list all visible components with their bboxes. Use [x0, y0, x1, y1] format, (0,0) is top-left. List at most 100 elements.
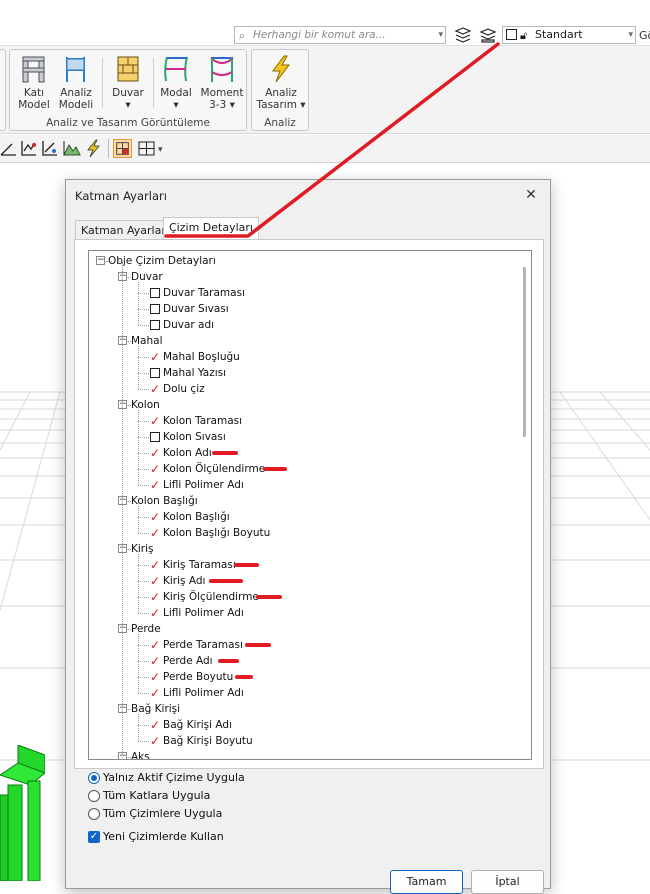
ribbon-group-analysis-design-view: Katı Model Analiz Modeli Duvar ▾ Modal ▾… — [9, 49, 247, 131]
command-search-input[interactable]: ⌕ Herhangi bir komut ara... ▾ — [234, 26, 446, 44]
tree-item[interactable]: Lifli Polimer Adı — [163, 477, 244, 493]
analysis-model-button[interactable]: Analiz Modeli — [56, 52, 96, 114]
tree-item[interactable]: Perde Boyutu — [163, 669, 233, 685]
checkmark-icon[interactable]: ✓ — [150, 671, 160, 683]
toolbar-separator — [108, 139, 109, 158]
tree-node[interactable]: Obje Çizim Detayları — [108, 253, 216, 269]
tree-connector — [138, 634, 139, 693]
checkmark-icon[interactable]: ✓ — [150, 463, 160, 475]
checkbox-unchecked[interactable] — [150, 320, 160, 330]
tree-connector — [138, 453, 149, 454]
ok-button[interactable]: Tamam — [390, 870, 463, 894]
checkmark-icon[interactable]: ✓ — [150, 575, 160, 587]
checkmark-icon[interactable]: ✓ — [150, 607, 160, 619]
checkmark-icon[interactable]: ✓ — [150, 639, 160, 651]
layers-icon[interactable] — [454, 26, 472, 44]
tree-item[interactable]: Lifli Polimer Adı — [163, 685, 244, 701]
checkmark-icon[interactable]: ✓ — [150, 351, 160, 363]
checkbox-unchecked[interactable] — [150, 432, 160, 442]
tree-item[interactable]: Duvar adı — [163, 317, 214, 333]
tree-node[interactable]: Mahal — [131, 333, 163, 349]
vertical-scrollbar[interactable] — [523, 267, 526, 437]
tree-item[interactable]: Kiriş Taraması — [163, 557, 236, 573]
radio-all-floors[interactable] — [88, 790, 100, 802]
use-in-new-drawings-checkbox[interactable]: ✓ — [88, 831, 100, 843]
toolbar-overflow-icon[interactable]: ▾ — [158, 145, 163, 155]
tree-node[interactable]: Duvar — [131, 269, 163, 285]
lightning-icon[interactable] — [84, 139, 103, 158]
tree-item[interactable]: Mahal Boşluğu — [163, 349, 240, 365]
cancel-button[interactable]: İptal — [471, 870, 544, 894]
tab-layer-settings[interactable]: Katman Ayarları — [75, 220, 175, 240]
tree-node[interactable]: Perde — [131, 621, 161, 637]
chevron-down-icon[interactable]: ▾ — [438, 27, 443, 43]
truncated-menu-text[interactable]: Gö — [639, 29, 650, 42]
tree-item[interactable]: Lifli Polimer Adı — [163, 605, 244, 621]
radio-all-drawings[interactable] — [88, 808, 100, 820]
checkbox-label: Yeni Çizimlerde Kullan — [103, 830, 224, 843]
tree-connector — [138, 725, 149, 726]
checkmark-icon[interactable]: ✓ — [150, 559, 160, 571]
tree-node[interactable]: Kiriş — [131, 541, 154, 557]
close-icon[interactable]: ✕ — [520, 184, 542, 206]
analysis-model-label-2: Modeli — [58, 99, 94, 111]
tree-node[interactable]: Kolon Başlığı — [131, 493, 198, 509]
grid-table-icon[interactable] — [137, 139, 156, 158]
tree-item[interactable]: Perde Adı — [163, 653, 213, 669]
analysis-design-button[interactable]: Analiz Tasarım ▾ — [255, 52, 307, 114]
tree-item[interactable]: Kolon Ölçülendirme — [163, 461, 265, 477]
angle-tool-icon[interactable] — [0, 139, 19, 158]
annotation-underline — [245, 643, 271, 647]
tree-connector — [138, 293, 149, 294]
solid-model-label-1: Katı — [23, 87, 45, 99]
axis-edit-icon[interactable] — [40, 139, 59, 158]
tree-item[interactable]: Kolon Taraması — [163, 413, 242, 429]
checkbox-unchecked[interactable] — [150, 304, 160, 314]
style-select[interactable]: 🔓︎ Standart ▾ — [502, 26, 636, 44]
tree-node[interactable]: Aks — [131, 749, 150, 759]
checkmark-icon[interactable]: ✓ — [150, 655, 160, 667]
tree-connector — [138, 565, 149, 566]
checkbox-unchecked[interactable] — [150, 368, 160, 378]
modal-label: Modal — [160, 87, 192, 99]
frame-red-icon[interactable] — [113, 139, 132, 158]
layer-settings-icon[interactable] — [479, 26, 497, 44]
checkmark-icon[interactable]: ✓ — [150, 447, 160, 459]
checkmark-icon[interactable]: ✓ — [150, 479, 160, 491]
solid-model-button[interactable]: Katı Model — [14, 52, 54, 114]
tree-item[interactable]: Bağ Kirişi Boyutu — [163, 733, 253, 749]
checkmark-icon[interactable]: ✓ — [150, 527, 160, 539]
chart-axis-icon[interactable] — [19, 139, 38, 158]
lightning-icon — [272, 55, 291, 83]
tab-drawing-details[interactable]: Çizim Detayları — [163, 217, 259, 241]
tree-item[interactable]: Duvar Sıvası — [163, 301, 229, 317]
checkmark-icon[interactable]: ✓ — [150, 735, 160, 747]
tree-item[interactable]: Kolon Başlığı — [163, 509, 230, 525]
tree-node[interactable]: Kolon — [131, 397, 160, 413]
tree-item[interactable]: Kiriş Ölçülendirme — [163, 589, 259, 605]
collapse-toggle-icon[interactable]: − — [96, 256, 105, 265]
checkmark-icon[interactable]: ✓ — [150, 591, 160, 603]
tree-item[interactable]: Perde Taraması — [163, 637, 243, 653]
tree-item[interactable]: Bağ Kirişi Adı — [163, 717, 232, 733]
tree-item[interactable]: Mahal Yazısı — [163, 365, 226, 381]
checkmark-icon[interactable]: ✓ — [150, 383, 160, 395]
tree-item[interactable]: Kolon Adı — [163, 445, 212, 461]
wall-button[interactable]: Duvar ▾ — [108, 52, 148, 114]
radio-active-drawing-only[interactable] — [88, 772, 100, 784]
tree-item[interactable]: Kiriş Adı — [163, 573, 205, 589]
checkmark-icon[interactable]: ✓ — [150, 687, 160, 699]
tree-item[interactable]: Duvar Taraması — [163, 285, 245, 301]
tree-item[interactable]: Kolon Sıvası — [163, 429, 226, 445]
modal-button[interactable]: Modal ▾ — [156, 52, 196, 114]
tree-item[interactable]: Dolu çiz — [163, 381, 205, 397]
annotation-underline — [263, 467, 287, 471]
tree-item[interactable]: Kolon Başlığı Boyutu — [163, 525, 270, 541]
checkmark-icon[interactable]: ✓ — [150, 415, 160, 427]
checkmark-icon[interactable]: ✓ — [150, 511, 160, 523]
checkbox-unchecked[interactable] — [150, 288, 160, 298]
checkmark-icon[interactable]: ✓ — [150, 719, 160, 731]
mountain-chart-icon[interactable] — [62, 139, 81, 158]
moment-3-3-button[interactable]: Moment 3-3 ▾ — [200, 52, 244, 114]
drawing-details-tree[interactable]: − Obje Çizim Detayları − Duvar Duvar Taramas… — [88, 250, 532, 760]
